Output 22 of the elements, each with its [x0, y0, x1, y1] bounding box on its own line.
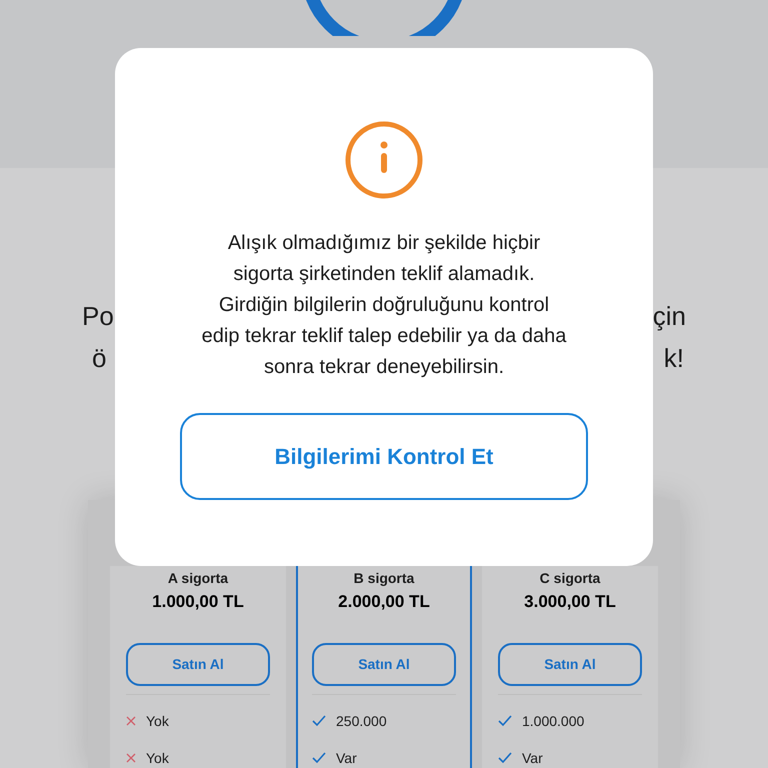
plan-price: 2.000,00 TL	[338, 591, 430, 613]
dialog-message: Alışık olmadığımız bir şekilde hiçbir sigorta şirketinden teklif alamadık. Girdiğin bilgilerin doğruluğunu kontrol edip tekrar teklif talep edebilir ya da daha sonra tekrar deneyebilirsin.	[200, 231, 568, 380]
background-text: ö	[92, 342, 106, 375]
buy-button[interactable]: Satın Al	[498, 642, 642, 686]
plan-price: 1.000,00 TL	[152, 591, 244, 613]
plan-name: C sigorta	[540, 569, 600, 588]
buy-button[interactable]: Satın Al	[126, 642, 270, 686]
buy-button[interactable]: Satın Al	[312, 642, 456, 686]
plan-name: A sigorta	[168, 569, 228, 588]
background-text: Po	[82, 300, 114, 333]
feature-text: 1.000.000	[522, 712, 584, 730]
plan-name: B sigorta	[354, 569, 414, 588]
background-text: k!	[664, 342, 684, 375]
check-info-button[interactable]: Bilgilerimi Kontrol Et	[180, 413, 588, 500]
plan-price: 3.000,00 TL	[524, 591, 616, 613]
feature-text: Yok	[146, 748, 169, 768]
feature-text: 250.000	[336, 712, 387, 730]
feature-text: Var	[336, 748, 357, 768]
info-icon	[344, 120, 424, 200]
feature-text: Yok	[146, 712, 169, 730]
background-text: çin	[652, 300, 686, 333]
feature-text: Var	[522, 748, 543, 768]
